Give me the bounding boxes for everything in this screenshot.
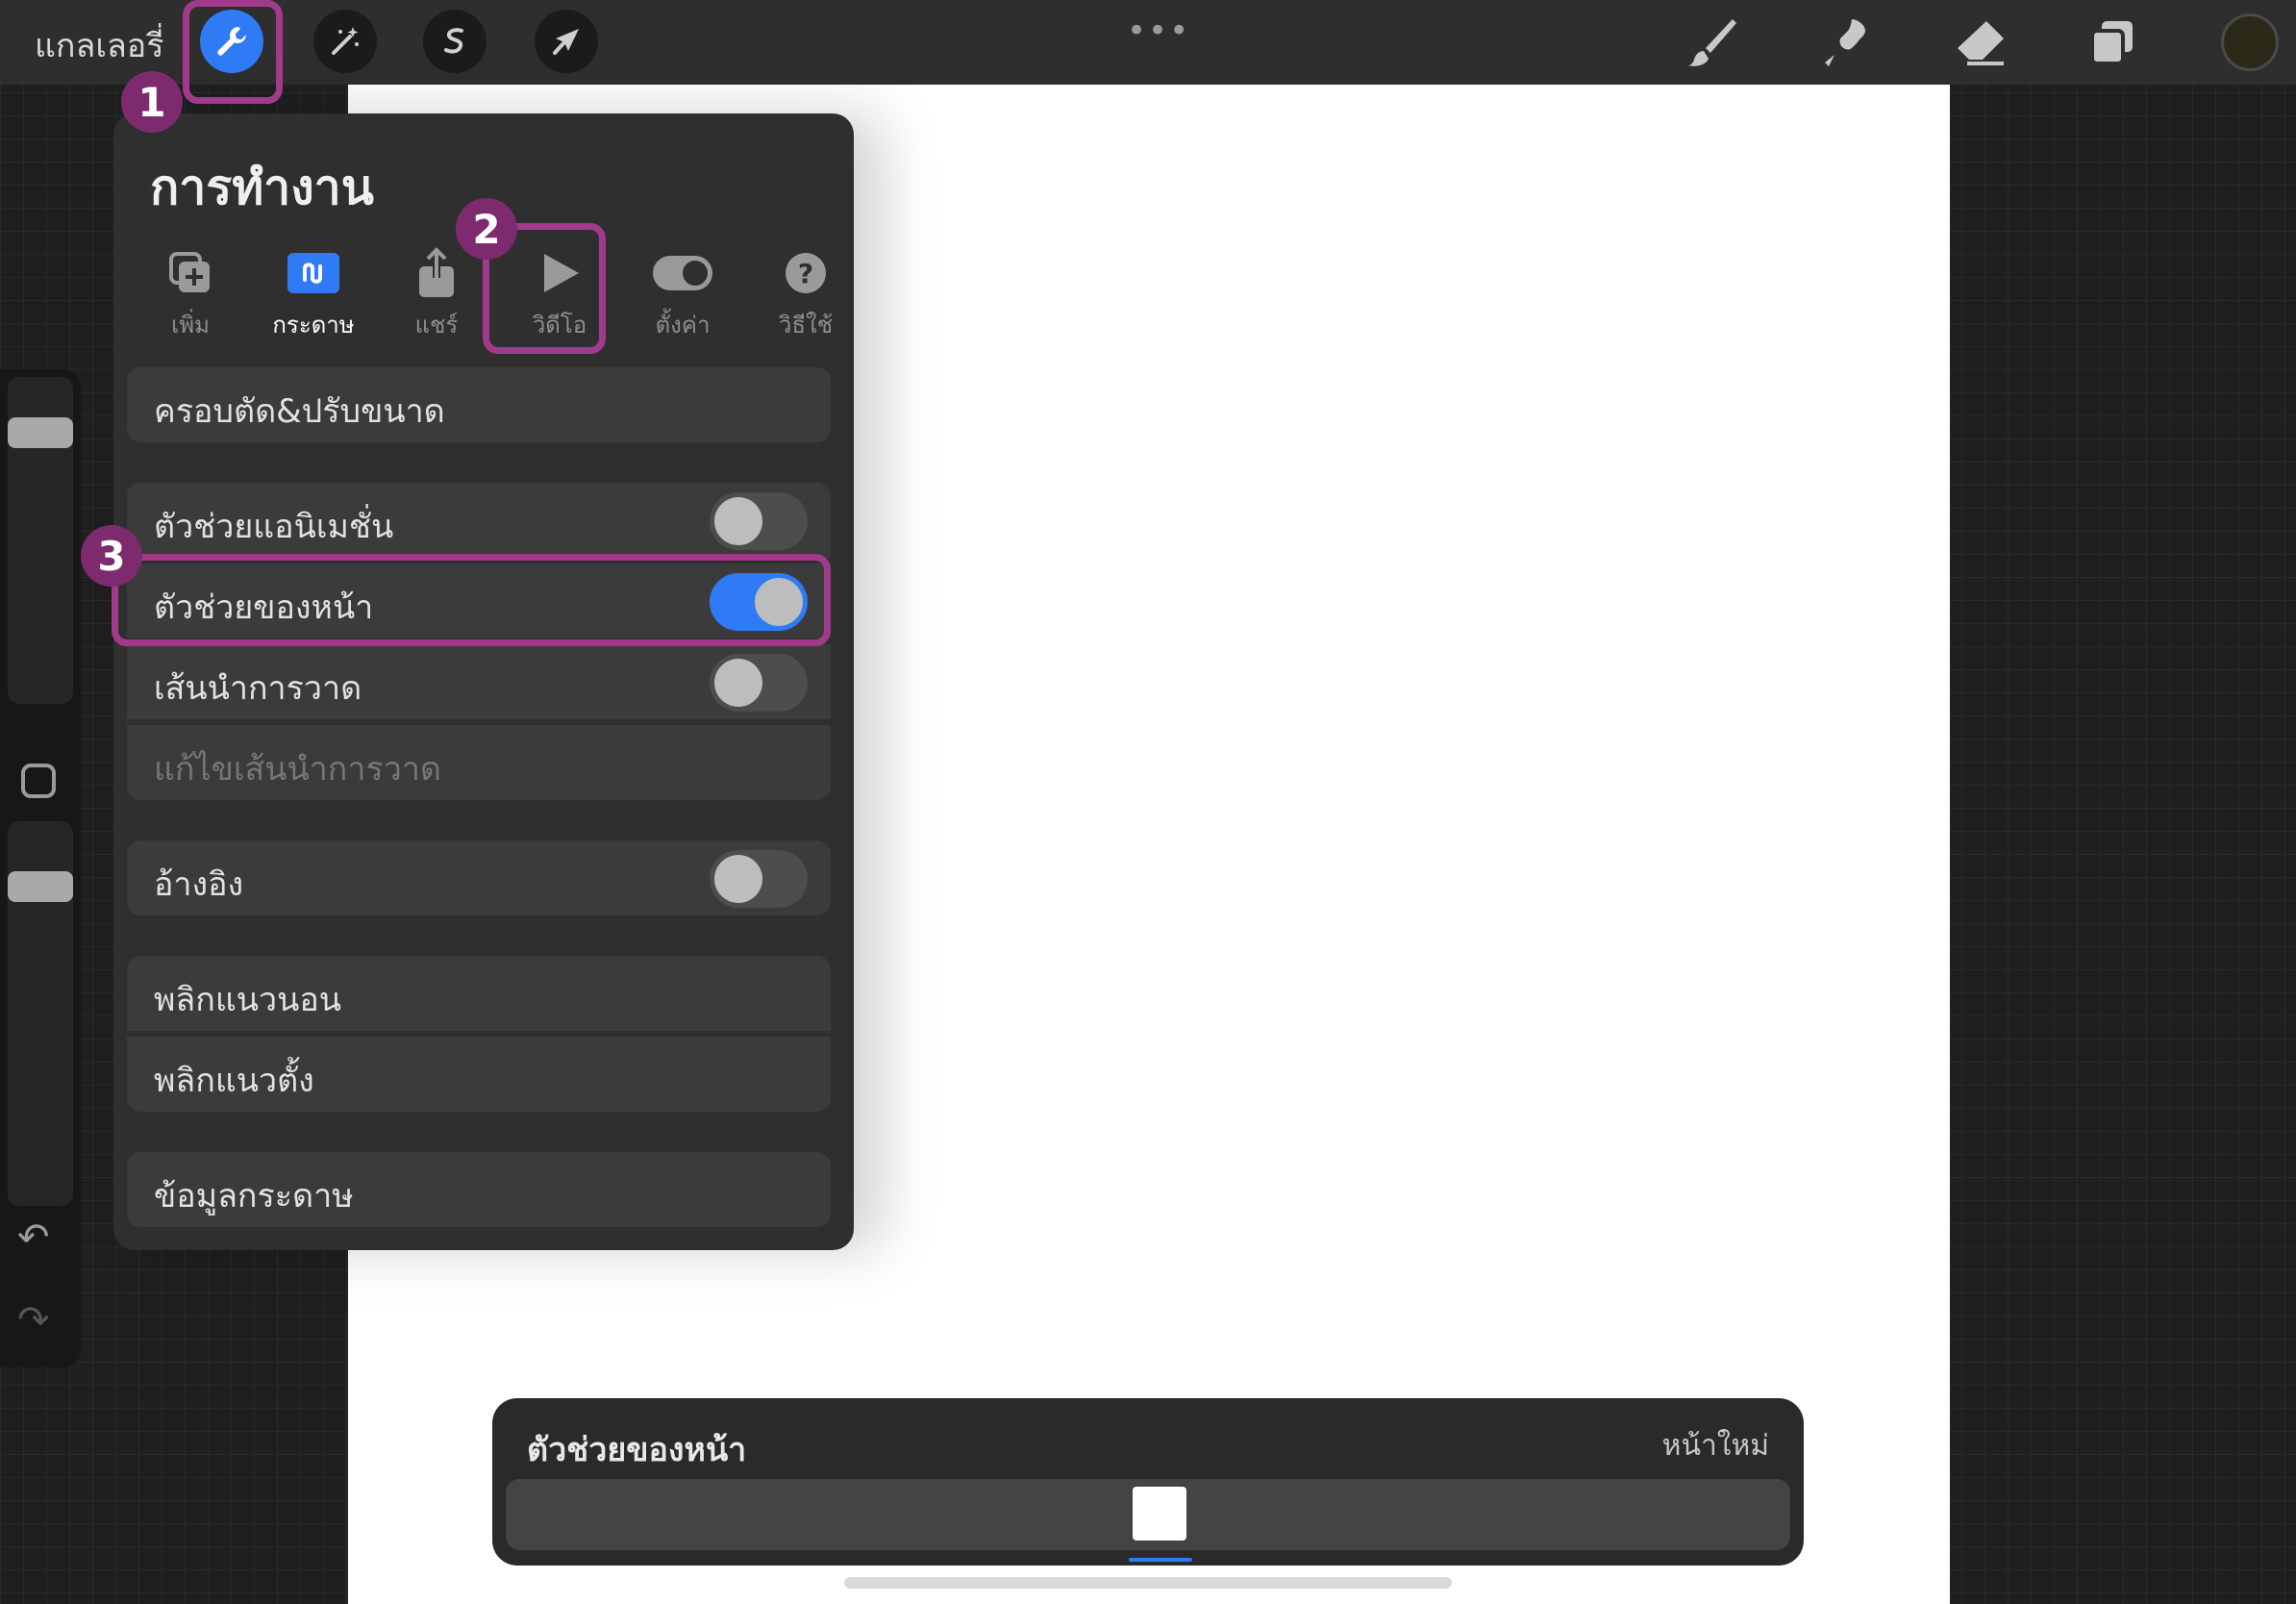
animation-assist-toggle[interactable] <box>710 492 808 550</box>
redo-icon[interactable]: ↷ <box>17 1298 50 1342</box>
help-icon: ? <box>786 253 826 293</box>
tab-help[interactable]: ? วิธีใช้ <box>748 244 863 343</box>
edit-drawing-guide-row[interactable]: แก้ไขเส้นนำการวาด <box>127 725 831 800</box>
canvas-icon <box>287 253 339 293</box>
toggle-icon <box>653 256 712 290</box>
layers-icon <box>2090 21 2133 65</box>
gallery-button[interactable]: แกลเลอรี่ <box>35 19 163 71</box>
page-assist-bar: ตัวช่วยของหน้า หน้าใหม่ <box>492 1398 1804 1566</box>
flip-horizontal-label: พลิกแนวนอน <box>154 981 341 1019</box>
panel-title: การทำงาน <box>150 160 374 215</box>
current-page-indicator <box>1129 1558 1192 1562</box>
eraser-icon <box>1958 21 2004 65</box>
selection-icon <box>444 28 463 54</box>
tab-canvas[interactable]: กระดาษ <box>256 244 371 343</box>
tab-canvas-label: กระดาษ <box>272 312 355 338</box>
highlight-step3 <box>112 554 831 646</box>
new-page-button[interactable]: หน้าใหม่ <box>1662 1423 1769 1468</box>
opacity-slider-thumb[interactable] <box>8 871 73 902</box>
tab-help-label: วิธีใช้ <box>778 312 834 338</box>
smudge-icon <box>1825 19 1865 66</box>
step-badge-2: 2 <box>456 198 517 260</box>
tab-add-label: เพิ่ม <box>171 312 210 338</box>
canvas-info-label: ข้อมูลกระดาษ <box>154 1177 354 1216</box>
canvas-info-row[interactable]: ข้อมูลกระดาษ <box>127 1152 831 1227</box>
reference-toggle[interactable] <box>710 850 808 908</box>
flip-vertical-label: พลิกแนวตั้ง <box>154 1062 314 1100</box>
share-icon <box>419 247 454 297</box>
highlight-step1 <box>183 0 283 104</box>
tab-add[interactable]: เพิ่ม <box>133 244 248 343</box>
add-icon <box>169 252 210 292</box>
layers-button[interactable] <box>2084 13 2142 71</box>
drawing-guide-label: เส้นนำการวาด <box>154 669 362 708</box>
eraser-button[interactable] <box>1952 13 2009 71</box>
page-assist-title: ตัวช่วยของหน้า <box>527 1431 747 1469</box>
reference-row: อ้างอิง <box>127 840 831 915</box>
tab-prefs[interactable]: ตั้งค่า <box>625 244 740 343</box>
svg-text:?: ? <box>798 258 813 289</box>
step-badge-1: 1 <box>121 71 183 133</box>
flip-horizontal-row[interactable]: พลิกแนวนอน <box>127 956 831 1031</box>
page-thumbnail-strip[interactable] <box>506 1479 1790 1562</box>
animation-assist-row: ตัวช่วยแอนิเมชั่น <box>127 483 831 558</box>
transform-button[interactable] <box>535 10 598 73</box>
toggle-knob <box>714 497 762 545</box>
drawing-guide-toggle[interactable] <box>710 654 808 712</box>
brush-button[interactable] <box>1683 13 1740 71</box>
more-dots-icon[interactable]: ••• <box>1127 12 1190 50</box>
arrow-cursor-icon <box>553 29 579 55</box>
edit-drawing-guide-label: แก้ไขเส้นนำการวาด <box>154 750 441 789</box>
toggle-knob <box>714 659 762 707</box>
home-indicator <box>844 1577 1452 1589</box>
drawing-guide-row: เส้นนำการวาด <box>127 644 831 719</box>
crop-resize-row[interactable]: ครอบตัด&ปรับขนาด <box>127 367 831 442</box>
brush-size-slider-thumb[interactable] <box>8 417 73 448</box>
brush-icon <box>1688 19 1736 66</box>
reference-label: อ้างอิง <box>154 865 244 904</box>
animation-assist-label: ตัวช่วยแอนิเมชั่น <box>154 508 394 546</box>
tab-share[interactable]: แชร์ <box>379 244 494 343</box>
tab-prefs-label: ตั้งค่า <box>655 312 711 338</box>
modify-button[interactable] <box>21 764 56 798</box>
adjustments-button[interactable] <box>313 10 377 73</box>
crop-resize-label: ครอบตัด&ปรับขนาด <box>154 392 445 431</box>
undo-icon[interactable]: ↶ <box>17 1216 50 1260</box>
selection-button[interactable] <box>423 10 487 73</box>
step-badge-3: 3 <box>81 525 142 587</box>
color-swatch-button[interactable] <box>2221 13 2279 71</box>
top-toolbar: แกลเลอรี่ ••• <box>0 0 2296 85</box>
left-sidebar: ↶ ↷ <box>0 369 81 1367</box>
tab-share-label: แชร์ <box>414 312 459 338</box>
smudge-button[interactable] <box>1817 13 1875 71</box>
page-thumbnail[interactable] <box>1133 1487 1186 1541</box>
flip-vertical-row[interactable]: พลิกแนวตั้ง <box>127 1037 831 1112</box>
magic-wand-icon <box>332 27 359 55</box>
toggle-knob <box>714 855 762 903</box>
